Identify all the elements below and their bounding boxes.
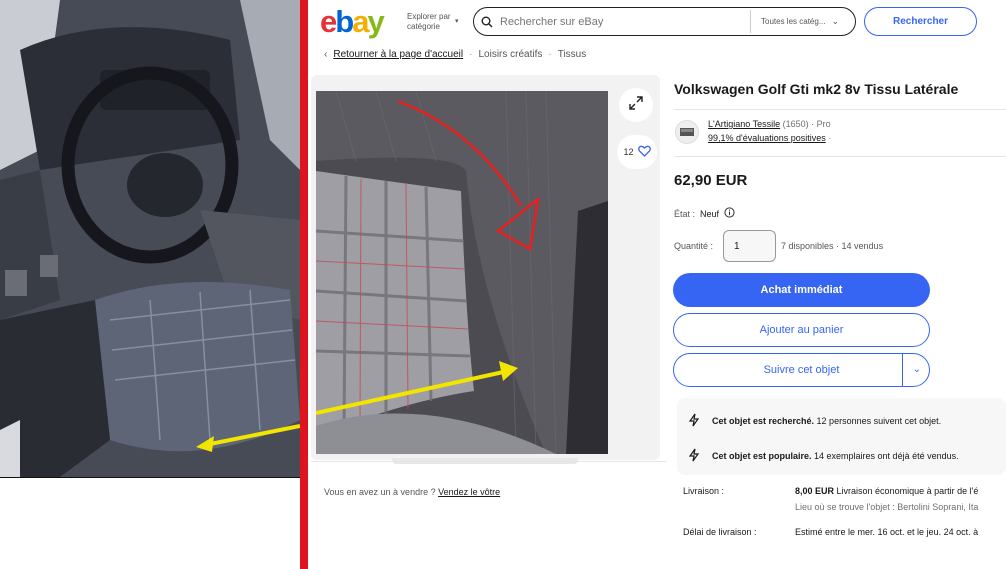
lightning-icon: [688, 448, 700, 464]
delivery-delay-label: Délai de livraison :: [683, 527, 757, 537]
promo-item: Cet objet est populaire. 14 exemplaires …: [688, 448, 959, 464]
search-button[interactable]: Rechercher: [864, 7, 977, 36]
search-icon: [474, 16, 500, 28]
watchlist-button[interactable]: 12: [617, 135, 657, 169]
sell-yours-link[interactable]: Vendez le vôtre: [438, 487, 500, 497]
item-price: 62,90 EUR: [674, 172, 748, 189]
breadcrumb-item[interactable]: Loisirs créatifs: [478, 49, 542, 60]
seat-fabric-photo[interactable]: [316, 91, 608, 454]
item-title: Volkswagen Golf Gti mk2 8v Tissu Latéral…: [674, 81, 959, 97]
category-select[interactable]: Toutes les catég... ⌄: [750, 10, 855, 33]
buy-now-button[interactable]: Achat immédiat: [673, 273, 930, 307]
lightning-icon: [688, 413, 700, 429]
expand-image-button[interactable]: [619, 88, 653, 122]
info-icon[interactable]: [724, 207, 735, 220]
delivery-delay: Estimé entre le mer. 16 oct. et le jeu. …: [795, 527, 979, 537]
watch-item-button[interactable]: Suivre cet objet ⌄: [673, 353, 930, 387]
breadcrumb: ‹ Retourner à la page d'accueil · Loisir…: [324, 49, 587, 60]
sell-one-prompt: Vous en avez un à vendre ? Vendez le vôt…: [324, 487, 501, 497]
feedback-link[interactable]: 99,1% d'évaluations positives: [708, 133, 826, 143]
quantity-label: Quantité :: [674, 241, 714, 251]
expand-icon: [629, 95, 643, 115]
red-divider: [300, 0, 308, 569]
availability: 7 disponibles · 14 vendus: [781, 241, 884, 251]
item-condition: État : Neuf: [674, 207, 735, 220]
photo-bottom-space: [0, 477, 300, 569]
watch-count: 12: [623, 147, 634, 157]
chevron-down-icon: ⌄: [831, 16, 840, 26]
delivery-label: Livraison :: [683, 486, 725, 496]
seller-avatar[interactable]: [675, 120, 699, 144]
search-bar: Toutes les catég... ⌄: [473, 7, 856, 36]
breadcrumb-back-link[interactable]: Retourner à la page d'accueil: [333, 49, 463, 60]
chevron-down-icon[interactable]: ⌄: [913, 364, 921, 375]
divider: [674, 156, 1006, 157]
divider: [674, 109, 1006, 110]
delivery-info: 8,00 EUR Livraison économique à partir d…: [795, 486, 979, 496]
heart-icon: [637, 145, 651, 159]
seller-name-link[interactable]: L'Artigiano Tessile: [708, 119, 780, 129]
chevron-down-icon: ▾: [455, 18, 459, 25]
search-input[interactable]: [500, 15, 750, 28]
chevron-left-icon: ‹: [324, 49, 328, 60]
divider: [311, 461, 666, 462]
car-interior-photo: [0, 0, 300, 477]
ebay-logo[interactable]: ebay: [320, 4, 385, 40]
quantity-input[interactable]: 1: [723, 230, 776, 262]
seller-type: · Pro: [811, 119, 831, 129]
seller-feedback: 99,1% d'évaluations positives ·: [708, 133, 832, 143]
item-location: Lieu où se trouve l'objet : Bertolini So…: [795, 502, 979, 512]
seller-feedback-count: (1650): [782, 119, 809, 129]
breadcrumb-item[interactable]: Tissus: [558, 49, 587, 60]
promo-item: Cet objet est recherché. 12 personnes su…: [688, 413, 941, 429]
add-to-cart-button[interactable]: Ajouter au panier: [673, 313, 930, 347]
explore-by-category[interactable]: Explorer par catégorie ▾: [407, 12, 467, 32]
seller-info: L'Artigiano Tessile (1650) · Pro: [708, 119, 831, 129]
